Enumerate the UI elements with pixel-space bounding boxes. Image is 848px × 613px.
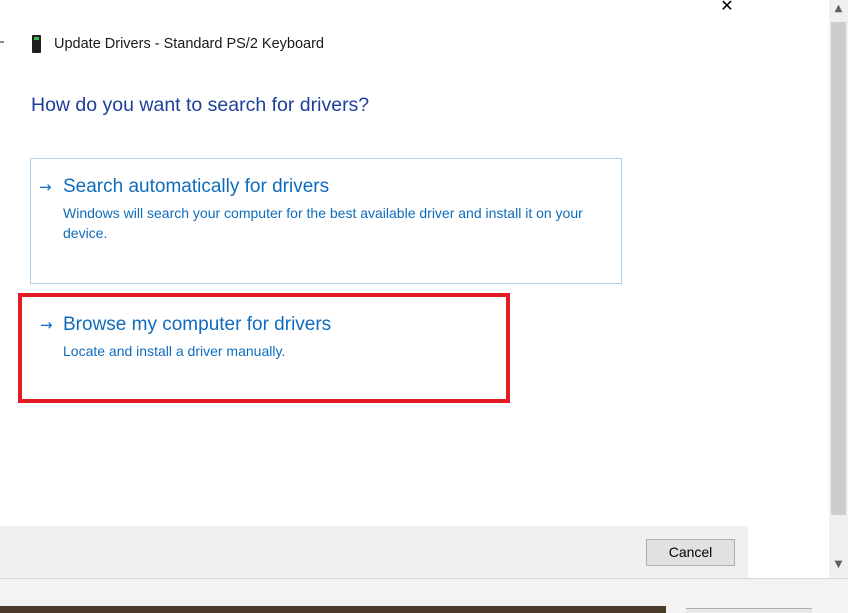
scroll-down-icon[interactable]: ▼ bbox=[829, 556, 848, 574]
arrow-right-icon: → bbox=[40, 316, 53, 334]
left-edge-marker bbox=[0, 41, 4, 43]
scrollbar-thumb[interactable] bbox=[831, 22, 846, 515]
background-image bbox=[0, 606, 666, 613]
close-icon[interactable]: ✕ bbox=[718, 0, 736, 14]
arrow-right-icon: → bbox=[39, 178, 52, 196]
option-description: Windows will search your computer for th… bbox=[63, 205, 583, 241]
cancel-button[interactable]: Cancel bbox=[646, 539, 735, 566]
browse-computer-option[interactable]: → Browse my computer for drivers Locate … bbox=[18, 293, 510, 403]
update-drivers-dialog: ✕ Update Drivers - Standard PS/2 Keyboar… bbox=[0, 0, 848, 613]
keyboard-device-icon bbox=[31, 35, 42, 53]
dialog-title: Update Drivers - Standard PS/2 Keyboard bbox=[54, 36, 324, 52]
page-question: How do you want to search for drivers? bbox=[31, 94, 370, 116]
option-title: Search automatically for drivers bbox=[63, 176, 330, 197]
search-automatically-option[interactable]: → Search automatically for drivers Windo… bbox=[30, 158, 622, 284]
scroll-up-icon[interactable]: ▲ bbox=[829, 0, 848, 18]
background-panel bbox=[686, 608, 812, 613]
option-title: Browse my computer for drivers bbox=[63, 314, 332, 335]
dialog-header: Update Drivers - Standard PS/2 Keyboard bbox=[31, 33, 324, 55]
dialog-footer bbox=[0, 526, 748, 578]
option-description: Locate and install a driver manually. bbox=[63, 343, 286, 359]
